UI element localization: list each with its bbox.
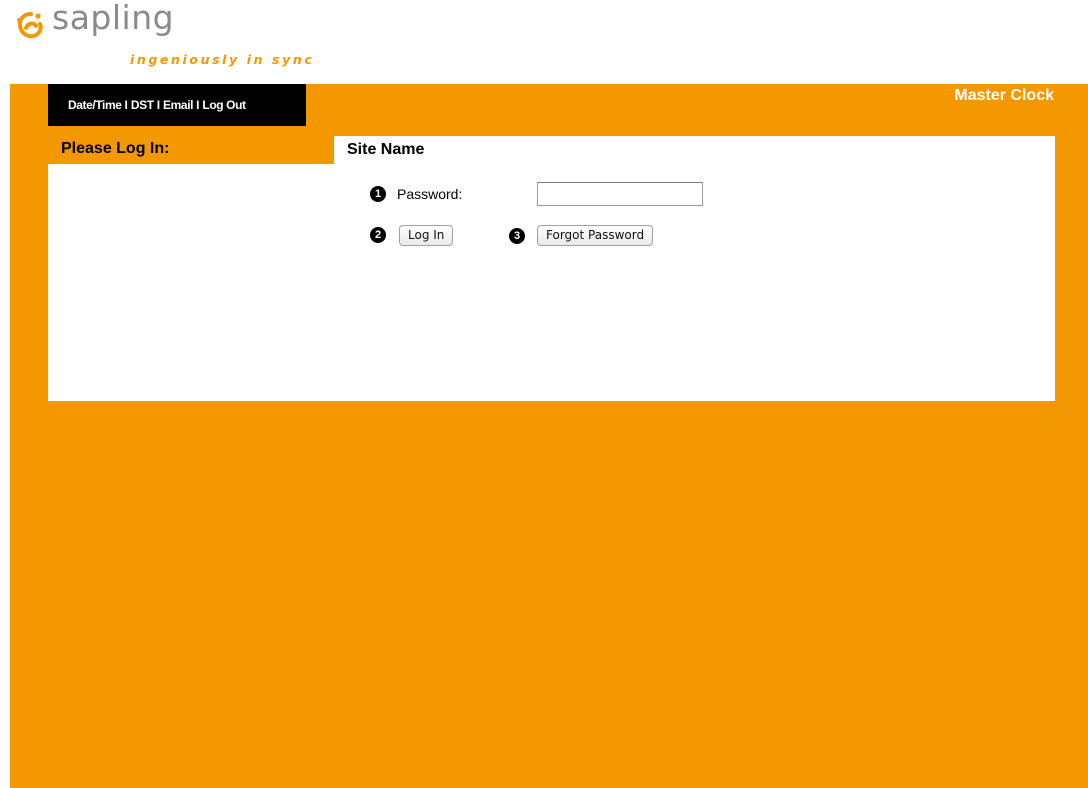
page-title: Master Clock [954,87,1054,104]
step-marker-1: 1 [370,186,386,202]
password-label: Password: [397,186,463,202]
logo-wordmark: sapling [52,0,175,37]
forgot-password-button[interactable]: Forgot Password [537,225,654,246]
nav-separator: I [196,98,200,112]
nav-link-dst[interactable]: DST [131,98,154,112]
password-input[interactable] [537,182,703,206]
sidebar-title: Please Log In: [61,140,170,157]
sidebar-header: Please Log In: [48,136,334,164]
nav-separator: I [124,98,128,112]
main-frame: Date/Time I DST I Email I Log Out Master… [10,84,1088,788]
nav-link-date-time[interactable]: Date/Time [68,98,122,112]
step-marker-2: 2 [370,227,386,243]
site-name: Site Name [347,141,425,158]
sapling-logo: sapling ingeniously in sync [14,0,354,80]
page: sapling ingeniously in sync Date/Time I … [0,0,1088,788]
logo-tagline: ingeniously in sync [130,52,315,67]
sapling-swirl-icon [17,12,43,39]
nav-link-email[interactable]: Email [163,98,193,112]
nav-separator: I [156,98,161,112]
content-panel: Please Log In: Site Name 1 Password: 2 L… [48,136,1055,401]
step-marker-3: 3 [509,228,525,244]
log-in-button[interactable]: Log In [399,225,454,246]
top-nav: Date/Time I DST I Email I Log Out [48,84,306,126]
nav-link-log-out[interactable]: Log Out [202,98,246,112]
